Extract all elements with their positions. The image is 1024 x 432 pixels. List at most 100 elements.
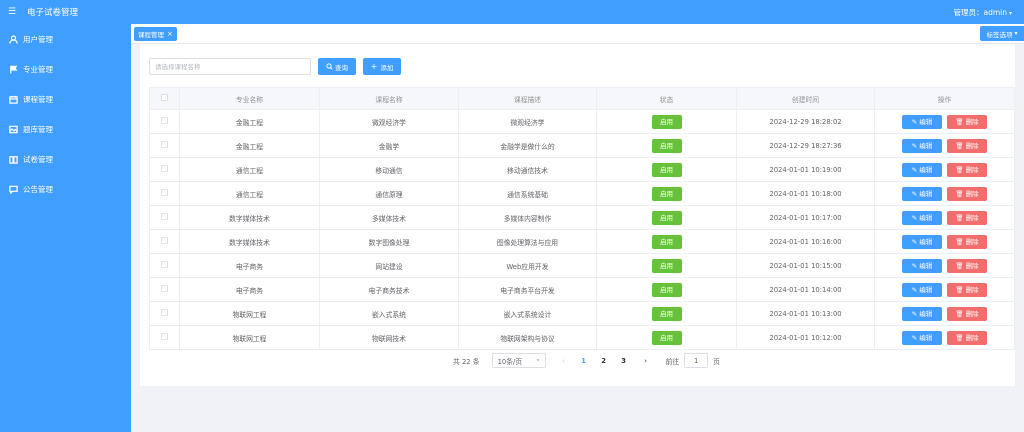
tag-options-label: 标签选项 xyxy=(986,30,1013,39)
trash-icon: 🗑 xyxy=(955,213,966,222)
column-header[interactable]: 专业名称 xyxy=(179,87,320,110)
course-cell: 微观经济学 xyxy=(319,109,459,134)
status-button[interactable]: 启用 xyxy=(651,306,682,321)
status-button[interactable]: 启用 xyxy=(651,258,682,273)
chevron-down-icon: ▾ xyxy=(1008,9,1012,17)
sidebar-item-announcements[interactable]: 公告管理 xyxy=(0,174,131,204)
query-button[interactable]: 查询 xyxy=(318,58,356,75)
column-header[interactable]: 创建时间 xyxy=(736,87,875,110)
actions-cell: ✎ 编辑 🗑 删除 xyxy=(874,253,1015,278)
goto-page-input[interactable] xyxy=(684,353,709,368)
status-button[interactable]: 启用 xyxy=(651,162,682,177)
prev-page-button[interactable]: ‹ xyxy=(560,357,568,365)
image-icon xyxy=(8,124,18,134)
edit-label: 编辑 xyxy=(919,213,933,222)
delete-button[interactable]: 🗑 删除 xyxy=(947,186,987,201)
course-cell: 数字图像处理 xyxy=(319,229,459,254)
actions-cell: ✎ 编辑 🗑 删除 xyxy=(874,181,1015,206)
edit-button[interactable]: ✎ 编辑 xyxy=(902,186,942,201)
tag-options-button[interactable]: 标签选项 ▾ xyxy=(980,26,1024,41)
row-checkbox[interactable] xyxy=(161,117,168,124)
edit-button[interactable]: ✎ 编辑 xyxy=(902,330,942,345)
table-row: 电子商务 电子商务技术 电子商务平台开发 启用 2024-01-01 10:14:00 ✎… xyxy=(149,277,1015,302)
status-cell: 启用 xyxy=(596,109,737,134)
user-label: 管理员：admin xyxy=(953,7,1007,17)
next-page-button[interactable]: › xyxy=(642,357,650,365)
sidebar-item-label: 公告管理 xyxy=(23,184,53,194)
page-number-1[interactable]: 1 xyxy=(580,357,588,365)
edit-button[interactable]: ✎ 编辑 xyxy=(902,210,942,225)
edit-button[interactable]: ✎ 编辑 xyxy=(902,306,942,321)
menu-icon[interactable]: ☰ xyxy=(8,7,20,17)
edit-button[interactable]: ✎ 编辑 xyxy=(902,234,942,249)
status-button[interactable]: 启用 xyxy=(651,186,682,201)
close-icon[interactable]: × xyxy=(167,30,173,38)
major-cell: 数字媒体技术 xyxy=(179,205,320,230)
main-content: 查询 + 添加 专业名称 课程名称 xyxy=(131,44,1024,386)
major-cell: 通信工程 xyxy=(179,181,320,206)
sidebar-item-majors[interactable]: 专业管理 xyxy=(0,54,131,84)
sidebar-item-users[interactable]: 用户管理 xyxy=(0,24,131,54)
edit-button[interactable]: ✎ 编辑 xyxy=(902,138,942,153)
delete-button[interactable]: 🗑 删除 xyxy=(947,306,987,321)
delete-button[interactable]: 🗑 删除 xyxy=(947,114,987,129)
add-button[interactable]: + 添加 xyxy=(363,58,401,75)
status-button[interactable]: 启用 xyxy=(651,234,682,249)
row-select-cell xyxy=(149,133,180,158)
trash-icon: 🗑 xyxy=(955,141,966,150)
table-body: 金融工程 微观经济学 微观经济学 启用 2024-12-29 18:28:02 ✎ 编辑 🗑… xyxy=(149,109,1015,350)
status-button[interactable]: 启用 xyxy=(651,210,682,225)
edit-button[interactable]: ✎ 编辑 xyxy=(902,114,942,129)
select-all-checkbox[interactable] xyxy=(161,94,168,101)
column-header[interactable]: 课程描述 xyxy=(458,87,597,110)
row-checkbox[interactable] xyxy=(161,285,168,292)
status-cell: 启用 xyxy=(596,325,737,350)
status-button[interactable]: 启用 xyxy=(651,282,682,297)
row-checkbox[interactable] xyxy=(161,261,168,268)
page-size-select[interactable]: 10条/页 ▾ xyxy=(491,353,546,368)
status-button[interactable]: 启用 xyxy=(651,330,682,345)
course-cell: 移动通信 xyxy=(319,157,459,182)
delete-button[interactable]: 🗑 删除 xyxy=(947,210,987,225)
sidebar: ☰ 电子试卷管理 用户管理 专业管理 课程管理 题库管理 试卷管理 公告管理 xyxy=(0,0,131,432)
row-checkbox[interactable] xyxy=(161,333,168,340)
edit-button[interactable]: ✎ 编辑 xyxy=(902,162,942,177)
delete-button[interactable]: 🗑 删除 xyxy=(947,138,987,153)
row-checkbox[interactable] xyxy=(161,165,168,172)
course-cell: 金融学 xyxy=(319,133,459,158)
sidebar-item-question-bank[interactable]: 题库管理 xyxy=(0,114,131,144)
delete-button[interactable]: 🗑 删除 xyxy=(947,258,987,273)
edit-button[interactable]: ✎ 编辑 xyxy=(902,258,942,273)
sidebar-item-exams[interactable]: 试卷管理 xyxy=(0,144,131,174)
row-checkbox[interactable] xyxy=(161,213,168,220)
status-button[interactable]: 启用 xyxy=(651,138,682,153)
sidebar-item-label: 题库管理 xyxy=(23,124,53,134)
user-menu[interactable]: 管理员：admin ▾ xyxy=(953,7,1012,18)
total-count: 共 22 条 xyxy=(453,357,480,366)
delete-label: 删除 xyxy=(965,213,979,222)
edit-button[interactable]: ✎ 编辑 xyxy=(902,282,942,297)
row-checkbox[interactable] xyxy=(161,309,168,316)
delete-button[interactable]: 🗑 删除 xyxy=(947,234,987,249)
row-checkbox[interactable] xyxy=(161,141,168,148)
table-header-row: 专业名称 课程名称 课程描述 状态 创建时间 操作 xyxy=(149,87,1015,110)
row-checkbox[interactable] xyxy=(161,237,168,244)
status-button[interactable]: 启用 xyxy=(651,114,682,129)
status-cell: 启用 xyxy=(596,133,737,158)
tag-courses[interactable]: 课程管理 × xyxy=(134,27,177,41)
row-select-cell xyxy=(149,181,180,206)
delete-button[interactable]: 🗑 删除 xyxy=(947,162,987,177)
search-input[interactable] xyxy=(149,58,311,75)
row-select-cell xyxy=(149,205,180,230)
created-cell: 2024-01-01 10:17:00 xyxy=(736,205,875,230)
page-number-2[interactable]: 2 xyxy=(600,357,608,365)
sidebar-item-courses[interactable]: 课程管理 xyxy=(0,84,131,114)
delete-button[interactable]: 🗑 删除 xyxy=(947,282,987,297)
column-header[interactable]: 状态 xyxy=(596,87,737,110)
page-number-3[interactable]: 3 xyxy=(620,357,628,365)
row-checkbox[interactable] xyxy=(161,189,168,196)
delete-button[interactable]: 🗑 删除 xyxy=(947,330,987,345)
column-header[interactable]: 课程名称 xyxy=(319,87,459,110)
table-row: 电子商务 网站建设 Web应用开发 启用 2024-01-01 10:15:00 ✎ 编辑… xyxy=(149,253,1015,278)
page-suffix: 页 xyxy=(713,357,720,366)
